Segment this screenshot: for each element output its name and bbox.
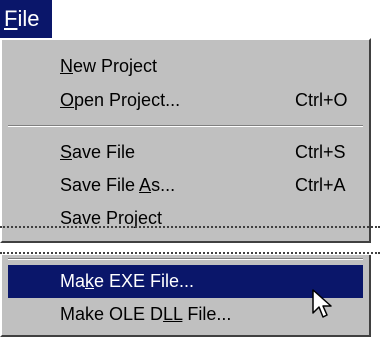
dotted-break-line [0, 226, 380, 228]
file-rest: ile [17, 6, 40, 31]
open-project-mnemonic: O [60, 90, 75, 110]
menu-item-make-ole-dll[interactable]: Make OLE DLL File... [8, 298, 363, 331]
make-ole-mnemonic: LL [163, 304, 183, 324]
arrow-pointer-icon [312, 289, 334, 326]
file-menu-dropdown: New Project Open Project... Ctrl+O Save … [0, 38, 371, 243]
make-exe-label-post: e EXE File... [94, 271, 195, 291]
save-project-label: Save Project [60, 208, 163, 228]
make-exe-mnemonic: k [85, 271, 95, 291]
menu-separator [8, 125, 363, 127]
save-file-mnemonic: S [60, 142, 73, 162]
new-project-label: ew Project [73, 56, 158, 76]
save-file-as-label-pre: Save File [60, 175, 140, 195]
save-file-as-shortcut: Ctrl+A [295, 175, 346, 195]
dotted-break-line [0, 252, 380, 254]
make-exe-label-pre: Ma [60, 271, 86, 291]
save-file-as-mnemonic: A [139, 175, 152, 195]
save-file-as-label-post: s... [151, 175, 176, 195]
file-mnemonic: F [4, 6, 18, 31]
menu-item-open-project[interactable]: Open Project... Ctrl+O [8, 84, 363, 117]
open-project-label: pen Project... [74, 90, 181, 110]
save-file-shortcut: Ctrl+S [295, 142, 346, 162]
menu-item-save-file-as[interactable]: Save File As... Ctrl+A [8, 169, 363, 202]
save-file-label: ave File [72, 142, 136, 162]
menu-item-save-project[interactable]: Save Project [8, 202, 363, 235]
menu-file-title[interactable]: File [0, 0, 52, 38]
menu-separator [8, 258, 363, 260]
menu-item-make-exe[interactable]: Make EXE File... [8, 265, 363, 298]
make-ole-label-post: File... [182, 304, 232, 324]
open-project-shortcut: Ctrl+O [295, 90, 348, 110]
menu-item-new-project[interactable]: New Project [8, 50, 363, 83]
new-project-mnemonic: N [60, 56, 73, 76]
menu-item-save-file[interactable]: Save File Ctrl+S [8, 136, 363, 169]
make-ole-label-pre: Make OLE D [60, 304, 164, 324]
